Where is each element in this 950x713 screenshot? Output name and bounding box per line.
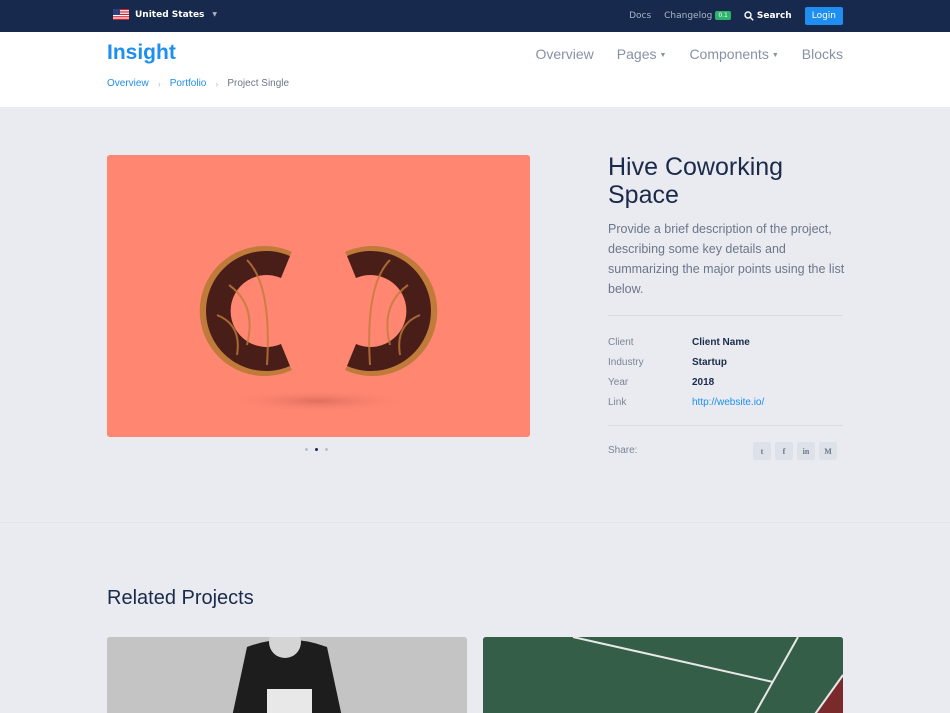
medium-icon[interactable]: M xyxy=(819,442,837,460)
detail-label: Client xyxy=(608,336,634,348)
breadcrumb-current: Project Single xyxy=(227,78,290,89)
nav-components-label: Components xyxy=(689,46,769,62)
twitter-icon[interactable]: t xyxy=(753,442,771,460)
project-details: Client Client Name Industry Startup Year… xyxy=(608,332,843,412)
detail-value: Startup xyxy=(692,356,727,368)
detail-label: Link xyxy=(608,396,627,408)
donut-image xyxy=(107,155,530,437)
carousel-dots xyxy=(305,448,328,451)
breadcrumb-separator: › xyxy=(215,78,219,89)
search-button[interactable]: Search xyxy=(744,11,792,21)
us-flag-icon xyxy=(113,9,129,20)
top-bar: United States ▼ Docs Changelog 0.1 Search… xyxy=(0,0,950,32)
carousel-dot-active[interactable] xyxy=(315,448,318,451)
related-project-card[interactable] xyxy=(107,637,467,713)
linkedin-icon[interactable]: in xyxy=(797,442,815,460)
chevron-down-icon: ▼ xyxy=(659,52,667,59)
detail-value: Client Name xyxy=(692,336,750,348)
nav-pages-label: Pages xyxy=(616,46,657,62)
changelog-label: Changelog xyxy=(664,11,713,21)
carousel-dot[interactable] xyxy=(305,448,308,451)
nav-overview[interactable]: Overview xyxy=(535,46,593,62)
detail-row: Year 2018 xyxy=(608,372,843,392)
divider xyxy=(608,315,843,316)
carousel-dot[interactable] xyxy=(325,448,328,451)
project-title: Hive Coworking Space xyxy=(608,153,848,209)
related-projects-title: Related Projects xyxy=(107,587,254,609)
breadcrumb-separator: › xyxy=(157,78,161,89)
chevron-down-icon: ▼ xyxy=(212,11,218,18)
facebook-icon[interactable]: f xyxy=(775,442,793,460)
project-title-line: Space xyxy=(608,181,679,209)
project-title-line: Hive Coworking xyxy=(608,153,784,181)
detail-row: Link http://website.io/ xyxy=(608,392,843,412)
breadcrumb: Overview › Portfolio › Project Single xyxy=(107,78,289,89)
search-label: Search xyxy=(756,11,792,21)
detail-label: Year xyxy=(608,376,629,388)
main-nav: Overview Pages ▼ Components ▼ Blocks xyxy=(535,46,843,62)
country-label: United States xyxy=(135,9,205,20)
breadcrumb-overview[interactable]: Overview xyxy=(107,78,149,89)
chevron-down-icon: ▼ xyxy=(771,52,779,59)
nav-components[interactable]: Components ▼ xyxy=(689,46,778,62)
related-project-image xyxy=(107,637,467,713)
login-button[interactable]: Login xyxy=(804,7,843,25)
docs-link[interactable]: Docs xyxy=(629,11,651,21)
detail-value: 2018 xyxy=(692,376,715,388)
project-image[interactable] xyxy=(107,155,530,437)
project-description: Provide a brief description of the proje… xyxy=(608,222,845,296)
share-label: Share: xyxy=(608,445,638,456)
detail-row: Client Client Name xyxy=(608,332,843,352)
site-header: Insight Overview Pages ▼ Components ▼ Bloc… xyxy=(0,32,950,107)
divider xyxy=(608,425,843,426)
detail-label: Industry xyxy=(608,356,644,368)
detail-row: Industry Startup xyxy=(608,352,843,372)
project-link[interactable]: http://website.io/ xyxy=(692,397,764,408)
breadcrumb-portfolio[interactable]: Portfolio xyxy=(170,78,207,89)
changelog-link[interactable]: Changelog 0.1 xyxy=(664,11,731,21)
related-project-image xyxy=(483,637,843,713)
version-badge: 0.1 xyxy=(715,11,731,20)
nav-blocks[interactable]: Blocks xyxy=(802,46,843,62)
country-selector[interactable]: United States ▼ xyxy=(113,9,217,20)
section-divider xyxy=(0,522,950,523)
nav-pages[interactable]: Pages ▼ xyxy=(617,46,667,62)
related-project-card[interactable] xyxy=(483,637,843,713)
share-buttons: t f in M xyxy=(753,442,837,460)
search-icon xyxy=(744,11,754,21)
logo[interactable]: Insight xyxy=(107,41,176,65)
